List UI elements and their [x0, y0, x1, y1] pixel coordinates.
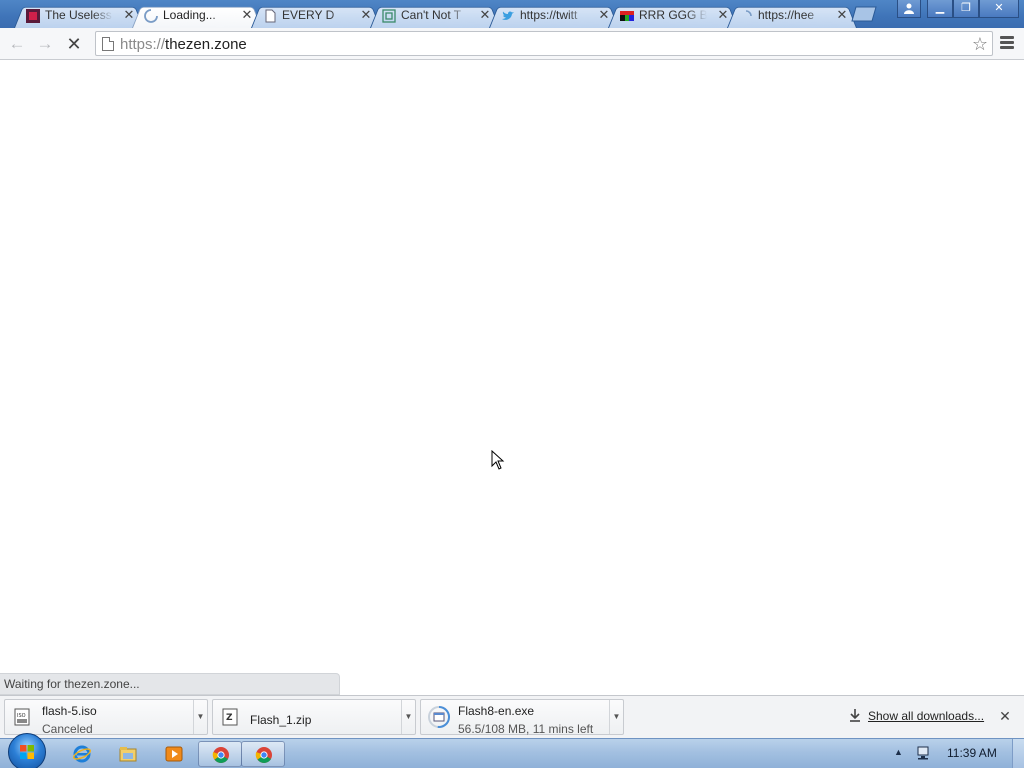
network-icon[interactable] [915, 746, 931, 760]
windows-taskbar: ▲ 11:39 AM [0, 733, 1024, 768]
tab-the-useless[interactable]: The Useless ✕ [14, 3, 144, 29]
download-status: Canceled [42, 722, 93, 736]
system-tray: ▲ 11:39 AM [890, 739, 1024, 768]
target-favicon [382, 9, 396, 23]
chrome-icon [212, 747, 229, 763]
taskbar-internet-explorer[interactable] [60, 741, 104, 767]
svg-text:Z: Z [226, 713, 233, 723]
taskbar-chrome-window[interactable] [241, 741, 285, 767]
stop-button[interactable]: ✕ [62, 32, 86, 56]
tab-loading[interactable]: Loading... ✕ [132, 3, 262, 29]
loading-spinner-icon [745, 10, 752, 17]
iso-file-icon: ISO [14, 708, 30, 726]
chrome-menu-button[interactable] [998, 34, 1016, 52]
download-item[interactable]: ISO flash-5.iso Canceled ▼ [4, 699, 208, 736]
user-icon [904, 3, 914, 14]
taskbar-chrome[interactable] [198, 741, 242, 767]
media-player-icon [165, 746, 183, 762]
windows-logo-icon [20, 745, 34, 759]
restore-button[interactable]: ❐ [953, 0, 979, 18]
url-scheme: https:// [120, 36, 166, 53]
tab-hee[interactable]: https://hee ✕ [727, 3, 857, 29]
download-shelf: ISO flash-5.iso Canceled ▼ Z Flash_1.zip… [0, 695, 1024, 738]
chevron-down-icon[interactable]: ▼ [193, 700, 207, 734]
minimize-button[interactable]: ▁ [927, 0, 953, 18]
show-desktop-button[interactable] [1012, 739, 1024, 768]
back-arrow-icon: ← [8, 34, 26, 53]
file-explorer-icon [119, 747, 137, 762]
restore-icon: ❐ [961, 2, 971, 14]
address-bar[interactable]: https://thezen.zone ☆ [95, 31, 993, 56]
mouse-cursor-icon [491, 450, 505, 470]
show-all-downloads-link[interactable]: Show all downloads... [868, 708, 984, 724]
tab-twitter[interactable]: https://twitt ✕ [489, 3, 619, 29]
download-arrow-icon [850, 709, 860, 722]
forward-button[interactable]: → [33, 32, 57, 56]
loading-spinner-icon [144, 9, 158, 23]
minimize-icon: ▁ [935, 2, 945, 14]
tab-title: The Useless [45, 8, 112, 22]
download-filename: Flash8-en.exe [458, 704, 535, 718]
chevron-down-icon[interactable]: ▼ [401, 700, 415, 734]
close-icon: ✕ [994, 2, 1004, 14]
url-text: https://thezen.zone [120, 36, 247, 53]
user-profile-button[interactable] [897, 0, 921, 18]
rgb-flag-favicon [620, 11, 634, 21]
tab-rrr-ggg[interactable]: RRR GGG Bl ✕ [608, 3, 738, 29]
close-icon[interactable]: ✕ [998, 708, 1012, 724]
close-icon[interactable]: ✕ [835, 8, 849, 22]
useless-web-favicon [26, 9, 40, 23]
tab-title: https://hee [758, 8, 815, 22]
download-filename: flash-5.iso [42, 704, 97, 718]
tab-title: https://twitt [520, 8, 578, 22]
page-viewport [0, 61, 1024, 695]
tab-title: RRR GGG Bl [639, 8, 707, 22]
internet-explorer-icon [73, 745, 91, 763]
zip-file-icon: Z [222, 708, 238, 726]
download-filename: Flash_1.zip [250, 713, 312, 727]
show-hidden-icons-button[interactable]: ▲ [894, 747, 903, 757]
stop-icon: ✕ [66, 34, 82, 54]
tab-title: Can't Not T [401, 8, 462, 22]
chevron-down-icon[interactable]: ▼ [609, 700, 623, 734]
start-button[interactable] [8, 733, 46, 768]
tab-title: Loading... [163, 8, 216, 22]
forward-arrow-icon: → [36, 34, 54, 53]
exe-progress-icon [428, 706, 450, 728]
back-button[interactable]: ← [5, 32, 29, 56]
new-tab-button[interactable] [848, 6, 878, 22]
tab-every-d[interactable]: EVERY D ✕ [251, 3, 381, 29]
document-icon [265, 9, 276, 23]
twitter-bird-icon [502, 11, 514, 20]
browser-titlebar: The Useless ✕ Loading... ✕ EVERY D ✕ Can… [0, 0, 1024, 29]
tab-title: EVERY D [282, 8, 335, 22]
window-close-button[interactable]: ✕ [979, 0, 1019, 18]
bookmark-star-icon[interactable]: ☆ [972, 34, 988, 54]
url-host: thezen.zone [165, 36, 247, 53]
page-icon [102, 37, 114, 51]
svg-text:ISO: ISO [17, 713, 26, 719]
download-item[interactable]: Z Flash_1.zip ▼ [212, 699, 416, 735]
download-status: 56.5/108 MB, 11 mins left [458, 722, 594, 736]
chrome-icon [255, 747, 272, 763]
taskbar-file-explorer[interactable] [106, 741, 150, 767]
download-item[interactable]: Flash8-en.exe 56.5/108 MB, 11 mins left … [420, 699, 624, 736]
browser-toolbar: ← → ✕ https://thezen.zone ☆ [0, 28, 1024, 60]
taskbar-media-player[interactable] [152, 741, 196, 767]
status-bubble: Waiting for thezen.zone... [0, 673, 340, 695]
taskbar-clock[interactable]: 11:39 AM [947, 746, 997, 761]
tab-cant-not[interactable]: Can't Not T ✕ [370, 3, 500, 29]
